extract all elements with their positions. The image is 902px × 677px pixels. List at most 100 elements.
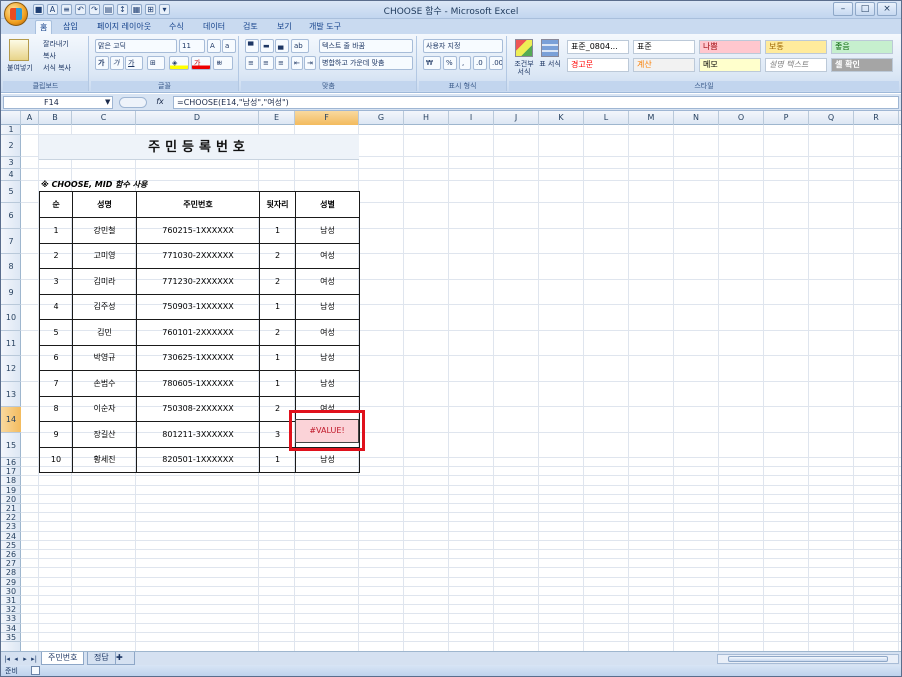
row-header[interactable]: 32 (1, 605, 21, 615)
cell-id-number[interactable]: 730625-1XXXXXX (136, 344, 260, 371)
cell-digit[interactable]: 2 (259, 268, 296, 295)
cell-gender[interactable]: 남성 (295, 217, 360, 244)
select-all-corner[interactable] (1, 111, 21, 125)
column-header[interactable]: C (72, 111, 136, 125)
cell-gender[interactable]: 여성 (295, 268, 360, 295)
wrap-text-button[interactable]: 텍스트 줄 바꿈 (319, 39, 413, 53)
cell-gender[interactable]: 남성 (295, 344, 360, 371)
row-header[interactable]: 22 (1, 513, 21, 523)
style-bad[interactable]: 나쁨 (699, 40, 761, 54)
phonetic-icon[interactable]: ㅃ (213, 56, 233, 70)
tab-home[interactable]: 홈 (35, 20, 53, 34)
row-header[interactable]: 11 (1, 331, 21, 356)
font-size-select[interactable]: 11 (179, 39, 205, 53)
formula-input[interactable]: =CHOOSE(E14,"남성","여성") (173, 96, 899, 109)
row-header[interactable]: 7 (1, 229, 21, 254)
underline-button[interactable]: 가 (125, 56, 143, 70)
row-header[interactable]: 24 (1, 532, 21, 541)
cell-name[interactable]: 이순자 (72, 395, 137, 422)
cell-id-number[interactable]: 801211-3XXXXXX (136, 421, 260, 448)
close-button[interactable]: × (877, 2, 897, 16)
column-header[interactable]: E (259, 111, 295, 125)
percent-icon[interactable]: % (443, 56, 457, 70)
format-as-table-button[interactable]: 표 서식 (539, 60, 561, 68)
row-header[interactable]: 34 (1, 624, 21, 633)
format-painter-button[interactable]: 서식 복사 (43, 63, 71, 73)
cell-gender[interactable]: 여성 (295, 319, 360, 346)
header-no[interactable]: 순 (39, 191, 73, 218)
column-header[interactable]: A (21, 111, 39, 125)
cell-id-number[interactable]: 771230-2XXXXXX (136, 268, 260, 295)
column-header[interactable]: N (674, 111, 719, 125)
cell-no[interactable]: 1 (39, 217, 73, 244)
error-cell-f14[interactable]: #VALUE! (295, 419, 359, 443)
name-box[interactable]: F14 (3, 96, 113, 109)
style-normal[interactable]: 표준 (633, 40, 695, 54)
number-format-select[interactable]: 사용자 지정 (423, 39, 503, 53)
tab-review[interactable]: 검토 (239, 20, 262, 34)
cell-name[interactable]: 손범수 (72, 370, 137, 397)
row-header[interactable]: 5 (1, 181, 21, 203)
prev-sheet-icon[interactable]: ◂ (12, 654, 20, 664)
merge-center-button[interactable]: 병합하고 가운데 맞춤 (319, 56, 413, 70)
style-check-cell[interactable]: 셀 확인 (831, 58, 893, 72)
cell-name[interactable]: 고미영 (72, 242, 137, 269)
format-as-table-icon[interactable] (541, 39, 559, 57)
align-middle-icon[interactable]: ▬ (260, 39, 274, 53)
shrink-font-icon[interactable]: a (222, 39, 236, 53)
row-header[interactable]: 3 (1, 157, 21, 169)
column-header[interactable]: H (404, 111, 449, 125)
column-header[interactable]: G (359, 111, 404, 125)
cell-gender[interactable]: 여성 (295, 242, 360, 269)
column-header[interactable]: J (494, 111, 539, 125)
style-warning-text[interactable]: 경고문 (567, 58, 629, 72)
copy-button[interactable]: 복사 (43, 51, 56, 61)
cell-id-number[interactable]: 760101-2XXXXXX (136, 319, 260, 346)
column-header[interactable]: Q (809, 111, 854, 125)
cell-id-number[interactable]: 820501-1XXXXXX (136, 446, 260, 473)
cell-name[interactable]: 김주성 (72, 293, 137, 320)
conditional-format-icon[interactable] (515, 39, 533, 57)
cell-no[interactable]: 7 (39, 370, 73, 397)
new-sheet-icon[interactable]: ✚ (115, 652, 135, 665)
tab-insert[interactable]: 삽입 (59, 20, 82, 34)
paste-button[interactable]: 붙여넣기 (7, 63, 33, 73)
style-neutral[interactable]: 보통 (765, 40, 827, 54)
row-header[interactable]: 30 (1, 587, 21, 596)
cell-digit[interactable]: 2 (259, 242, 296, 269)
paste-icon[interactable] (9, 39, 29, 61)
cell-no[interactable]: 4 (39, 293, 73, 320)
row-header[interactable]: 27 (1, 559, 21, 569)
conditional-format-button[interactable]: 조건부 서식 (511, 60, 537, 76)
column-header[interactable]: P (764, 111, 809, 125)
row-header[interactable]: 26 (1, 550, 21, 560)
cell-no[interactable]: 2 (39, 242, 73, 269)
align-left-icon[interactable]: ≡ (245, 56, 259, 70)
row-header[interactable]: 4 (1, 169, 21, 181)
row-header[interactable]: 28 (1, 568, 21, 578)
cell-digit[interactable]: 1 (259, 344, 296, 371)
row-header[interactable]: 35 (1, 633, 21, 642)
decrease-indent-icon[interactable]: ⇤ (291, 56, 303, 70)
insert-function-button[interactable]: fx (151, 96, 169, 109)
column-header[interactable]: I (449, 111, 494, 125)
increase-decimal-icon[interactable]: .0 (473, 56, 487, 70)
grow-font-icon[interactable]: A (207, 39, 221, 53)
header-gender[interactable]: 성별 (295, 191, 360, 218)
cell-id-number[interactable]: 750903-1XXXXXX (136, 293, 260, 320)
macro-record-icon[interactable] (31, 666, 40, 675)
align-right-icon[interactable]: ≡ (275, 56, 289, 70)
row-header[interactable]: 16 (1, 458, 21, 468)
cell-no[interactable]: 5 (39, 319, 73, 346)
row-header[interactable]: 20 (1, 495, 21, 504)
horizontal-scrollbar[interactable] (717, 654, 899, 664)
tab-data[interactable]: 데이터 (199, 20, 229, 34)
font-color-button[interactable]: 가 (191, 56, 211, 70)
column-header[interactable]: D (136, 111, 259, 125)
cell-no[interactable]: 9 (39, 421, 73, 448)
header-digit[interactable]: 뒷자리 (259, 191, 296, 218)
tab-formulas[interactable]: 수식 (165, 20, 188, 34)
row-header[interactable]: 18 (1, 476, 21, 486)
cut-button[interactable]: 잘라내기 (43, 39, 69, 49)
align-top-icon[interactable]: ▀ (245, 39, 259, 53)
